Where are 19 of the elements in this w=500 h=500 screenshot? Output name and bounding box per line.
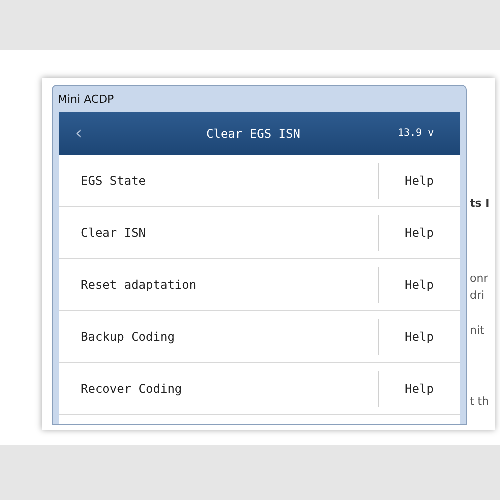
background-text: nit [470,324,486,337]
background-text: onr [470,272,490,285]
menu-item-label: Reset adaptation [80,278,198,292]
background-text: t th [470,395,490,408]
menu-item-label: Clear ISN [80,226,148,240]
menu-item[interactable]: Reset adaptation Help [59,259,460,311]
menu-item[interactable]: Recover Coding Help [59,363,460,415]
back-button[interactable]: ‹ [59,123,99,144]
background-text: dri [470,289,486,302]
voltage-reading: 13.9 v [398,128,436,139]
menu-item-label: EGS State [80,174,148,188]
window-title: Mini ACDP [58,92,114,106]
menu-item-label: Recover Coding [80,382,184,396]
menu-item[interactable]: Backup Coding Help [59,311,460,363]
menu-item-label: Backup Coding [80,330,176,344]
background-text: ts I [470,197,490,210]
screen-title: Clear EGS ISN [206,126,302,140]
menu-item[interactable]: Clear ISN Help [59,207,460,259]
menu-item[interactable]: EGS State Help [59,155,460,207]
